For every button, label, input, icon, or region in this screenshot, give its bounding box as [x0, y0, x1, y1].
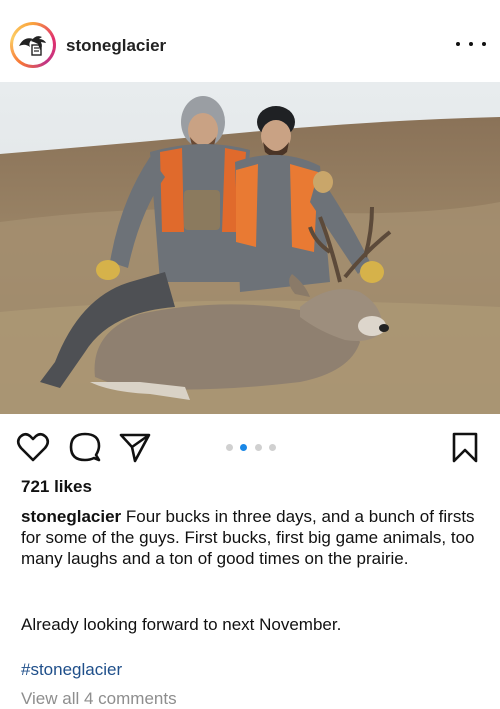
hunting-photo-image [0, 82, 500, 414]
post-caption: stoneglacier Four bucks in three days, a… [21, 506, 481, 569]
bookmark-icon[interactable] [448, 430, 482, 464]
carousel-dot [226, 443, 233, 451]
send-icon[interactable] [118, 430, 152, 464]
avatar[interactable] [10, 22, 56, 68]
view-comments-link[interactable]: View all 4 comments [21, 689, 177, 709]
post-header: stoneglacier [0, 0, 500, 82]
more-horizontal-icon[interactable] [456, 34, 486, 54]
hashtag-link[interactable]: #stoneglacier [21, 660, 122, 680]
likes-count[interactable]: 721 likes [21, 477, 92, 497]
carousel-dot [268, 443, 276, 451]
heart-icon[interactable] [16, 430, 50, 464]
post-username[interactable]: stoneglacier [66, 36, 166, 56]
carousel-dot [254, 443, 262, 451]
carousel-indicator [226, 442, 276, 452]
comment-icon[interactable] [68, 430, 102, 464]
post-actions [0, 420, 500, 470]
carousel-dot-active [240, 443, 248, 451]
stoneglacier-logo-icon [13, 25, 53, 65]
caption-username[interactable]: stoneglacier [21, 507, 121, 526]
post-photo[interactable] [0, 82, 500, 414]
caption-text-2: Already looking forward to next November… [21, 615, 342, 634]
